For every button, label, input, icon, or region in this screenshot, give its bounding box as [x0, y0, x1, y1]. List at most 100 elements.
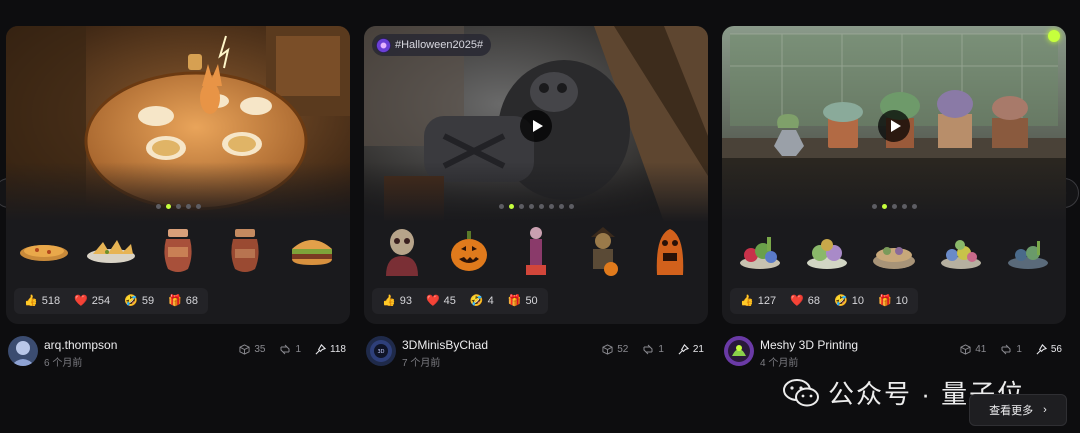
avatar[interactable]: 3D — [366, 336, 396, 366]
heart-reaction[interactable]: ❤️ 45 — [426, 295, 456, 307]
model-thumbnail-jar[interactable] — [151, 224, 205, 278]
play-video-button[interactable] — [520, 110, 552, 142]
hero-image[interactable]: #Halloween2025# — [364, 26, 708, 222]
remix-count: 1 — [1000, 344, 1022, 355]
pin-button[interactable]: 56 — [1036, 344, 1062, 355]
thumbs-up-icon: 👍 — [24, 294, 38, 307]
carousel-dot[interactable] — [175, 204, 181, 209]
model-thumbnail-succulent[interactable] — [733, 224, 787, 278]
model-card-body[interactable]: 👍 127 ❤️ 68 🤣 10 🎁 10 — [722, 26, 1066, 324]
thumbs-up-icon: 👍 — [740, 294, 754, 307]
hashtag-badge[interactable]: #Halloween2025# — [372, 34, 492, 56]
pin-icon — [678, 344, 689, 355]
model-thumbnail-strip — [364, 222, 708, 280]
remix-count: 1 — [642, 344, 664, 355]
hero-image[interactable] — [722, 26, 1066, 222]
pin-button[interactable]: 21 — [678, 344, 704, 355]
model-card[interactable]: 👍 518 ❤️ 254 🤣 59 🎁 68 arq.thompson 6 个月前 35… — [6, 26, 350, 369]
carousel-dot[interactable] — [558, 204, 564, 209]
model-thumbnail-skull-bust[interactable] — [375, 224, 429, 278]
model-thumbnail-nachos[interactable] — [84, 224, 138, 278]
model-thumbnail-burger[interactable] — [285, 224, 339, 278]
model-thumbnail-skeleton[interactable] — [509, 224, 563, 278]
carousel-dot[interactable] — [871, 204, 877, 209]
carousel-dot[interactable] — [901, 204, 907, 209]
carousel-dot[interactable] — [538, 204, 544, 209]
carousel-dot-active[interactable] — [508, 204, 514, 209]
carousel-dot[interactable] — [518, 204, 524, 209]
model-thumbnail-succulent[interactable] — [934, 224, 988, 278]
gift-reaction[interactable]: 🎁 50 — [508, 295, 538, 307]
laugh-emoji-icon: 🤣 — [834, 294, 848, 307]
model-thumbnail-succulent[interactable] — [1001, 224, 1055, 278]
wechat-icon — [783, 378, 819, 406]
heart-icon: ❤️ — [425, 294, 440, 307]
carousel-dot[interactable] — [568, 204, 574, 209]
like-reaction[interactable]: 👍 127 — [740, 295, 776, 307]
pin-button[interactable]: 118 — [315, 344, 346, 355]
carousel-dot[interactable] — [195, 204, 201, 209]
like-reaction[interactable]: 👍 518 — [24, 295, 60, 307]
carousel-dot[interactable] — [498, 204, 504, 209]
view-more-label: 查看更多 — [989, 405, 1034, 417]
view-more-button[interactable]: 查看更多 › — [969, 394, 1067, 426]
model-count: 35 — [239, 344, 265, 355]
avatar[interactable] — [8, 336, 38, 366]
carousel-dot-active[interactable] — [165, 204, 171, 209]
model-thumbnail-pizza[interactable] — [17, 224, 71, 278]
model-card[interactable]: 👍 127 ❤️ 68 🤣 10 🎁 10 Meshy 3D Printing 4 个月… — [722, 26, 1066, 369]
model-thumbnail-succulent[interactable] — [867, 224, 921, 278]
user-name[interactable]: arq.thompson — [44, 338, 117, 352]
remix-icon — [280, 344, 290, 355]
carousel-dot[interactable] — [185, 204, 191, 209]
user-name[interactable]: 3DMinisByChad — [402, 338, 488, 352]
model-count: 41 — [960, 344, 986, 355]
stats-row: 41 1 56 — [960, 344, 1062, 355]
laugh-reaction[interactable]: 🤣 10 — [834, 295, 864, 307]
carousel-indicator — [6, 204, 350, 209]
pin-icon — [315, 344, 327, 355]
carousel-dot-active[interactable] — [881, 204, 887, 209]
gift-reaction[interactable]: 🎁 68 — [168, 295, 198, 307]
laugh-emoji-icon: 🤣 — [469, 294, 484, 307]
model-thumbnail-jar[interactable] — [218, 224, 272, 278]
like-reaction[interactable]: 👍 93 — [382, 295, 412, 307]
reaction-bar: 👍 93 ❤️ 45 🤣 4 🎁 50 — [372, 288, 548, 314]
heart-reaction[interactable]: ❤️ 254 — [74, 295, 110, 307]
pin-icon — [1036, 344, 1047, 355]
user-name[interactable]: Meshy 3D Printing — [760, 338, 858, 352]
laugh-reaction[interactable]: 🤣 4 — [470, 295, 494, 307]
stats-row: 52 1 21 — [602, 344, 704, 355]
carousel-dot[interactable] — [155, 204, 161, 209]
carousel-dot[interactable] — [911, 204, 917, 209]
hero-image[interactable] — [6, 26, 350, 222]
play-video-button[interactable] — [878, 110, 910, 142]
carousel-indicator — [364, 204, 708, 209]
model-thumbnail-ghoul[interactable] — [643, 224, 697, 278]
stats-row: 35 1 118 — [239, 344, 346, 355]
tag-avatar-icon — [376, 37, 391, 53]
card-meta: arq.thompson 6 个月前 35 1 118 — [6, 334, 350, 370]
gift-icon: 🎁 — [877, 294, 892, 307]
post-time: 6 个月前 — [44, 358, 83, 369]
model-thumbnail-pumpkin[interactable] — [442, 224, 496, 278]
avatar[interactable] — [724, 336, 754, 366]
carousel-indicator — [722, 204, 1066, 209]
post-time: 4 个月前 — [760, 358, 799, 369]
laugh-reaction[interactable]: 🤣 59 — [124, 295, 154, 307]
status-indicator — [1048, 30, 1060, 42]
carousel-dot[interactable] — [891, 204, 897, 209]
thumbs-up-icon: 👍 — [382, 294, 396, 307]
gift-reaction[interactable]: 🎁 10 — [878, 295, 908, 307]
reaction-bar: 👍 127 ❤️ 68 🤣 10 🎁 10 — [730, 288, 918, 314]
heart-icon: ❤️ — [790, 294, 804, 307]
model-card-body[interactable]: #Halloween2025# 👍 93 ❤️ 45 🤣 4 🎁 50 — [364, 26, 708, 324]
model-thumbnail-succulent[interactable] — [800, 224, 854, 278]
model-card[interactable]: #Halloween2025# 👍 93 ❤️ 45 🤣 4 🎁 50 3D 3… — [364, 26, 708, 369]
heart-reaction[interactable]: ❤️ 68 — [790, 295, 820, 307]
model-card-body[interactable]: 👍 518 ❤️ 254 🤣 59 🎁 68 — [6, 26, 350, 324]
heart-icon: ❤️ — [74, 294, 88, 307]
model-thumbnail-scarecrow[interactable] — [576, 224, 630, 278]
carousel-dot[interactable] — [528, 204, 534, 209]
carousel-dot[interactable] — [548, 204, 554, 209]
